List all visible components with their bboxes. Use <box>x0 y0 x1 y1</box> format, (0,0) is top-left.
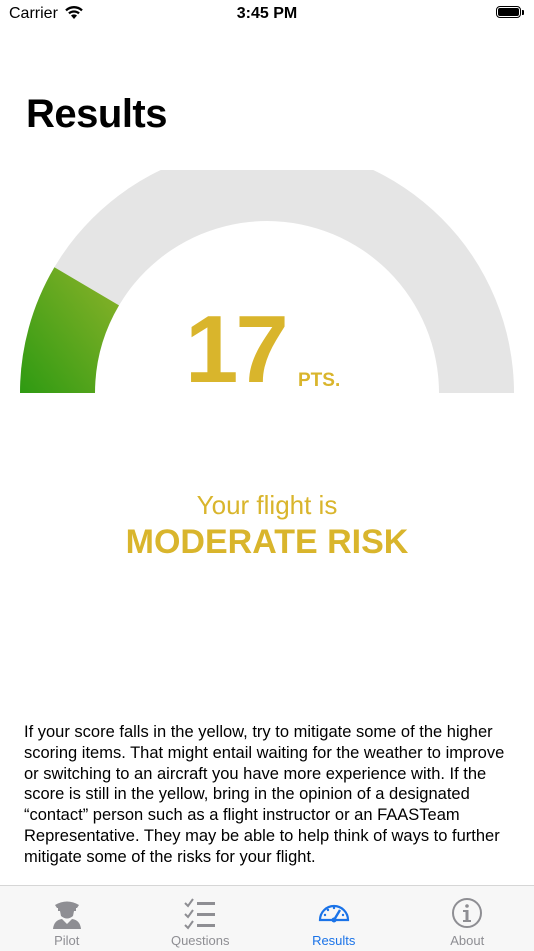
info-icon <box>450 896 484 930</box>
battery-icon <box>496 6 526 20</box>
tab-about[interactable]: About <box>401 886 534 951</box>
page-title: Results <box>26 92 167 137</box>
score-display: 17 PTS. <box>0 300 534 400</box>
score-value: 17 <box>185 302 286 398</box>
tab-bar: Pilot Questions Results <box>0 885 534 951</box>
status-bar: Carrier 3:45 PM <box>0 0 534 30</box>
risk-level: MODERATE RISK <box>0 523 534 562</box>
result-prefix: Your flight is <box>0 490 534 521</box>
checklist-icon <box>183 896 217 930</box>
tab-results[interactable]: Results <box>267 886 401 951</box>
score-unit: PTS. <box>298 370 340 392</box>
tab-label: Pilot <box>0 933 134 948</box>
tab-label: About <box>401 933 534 948</box>
advice-text: If your score falls in the yellow, try t… <box>24 722 520 868</box>
tab-label: Results <box>267 933 401 948</box>
pilot-icon <box>50 896 84 930</box>
tab-pilot[interactable]: Pilot <box>0 886 134 951</box>
clock: 3:45 PM <box>0 5 534 23</box>
tab-questions[interactable]: Questions <box>134 886 268 951</box>
tab-label: Questions <box>134 933 268 948</box>
speedometer-icon <box>317 896 351 930</box>
